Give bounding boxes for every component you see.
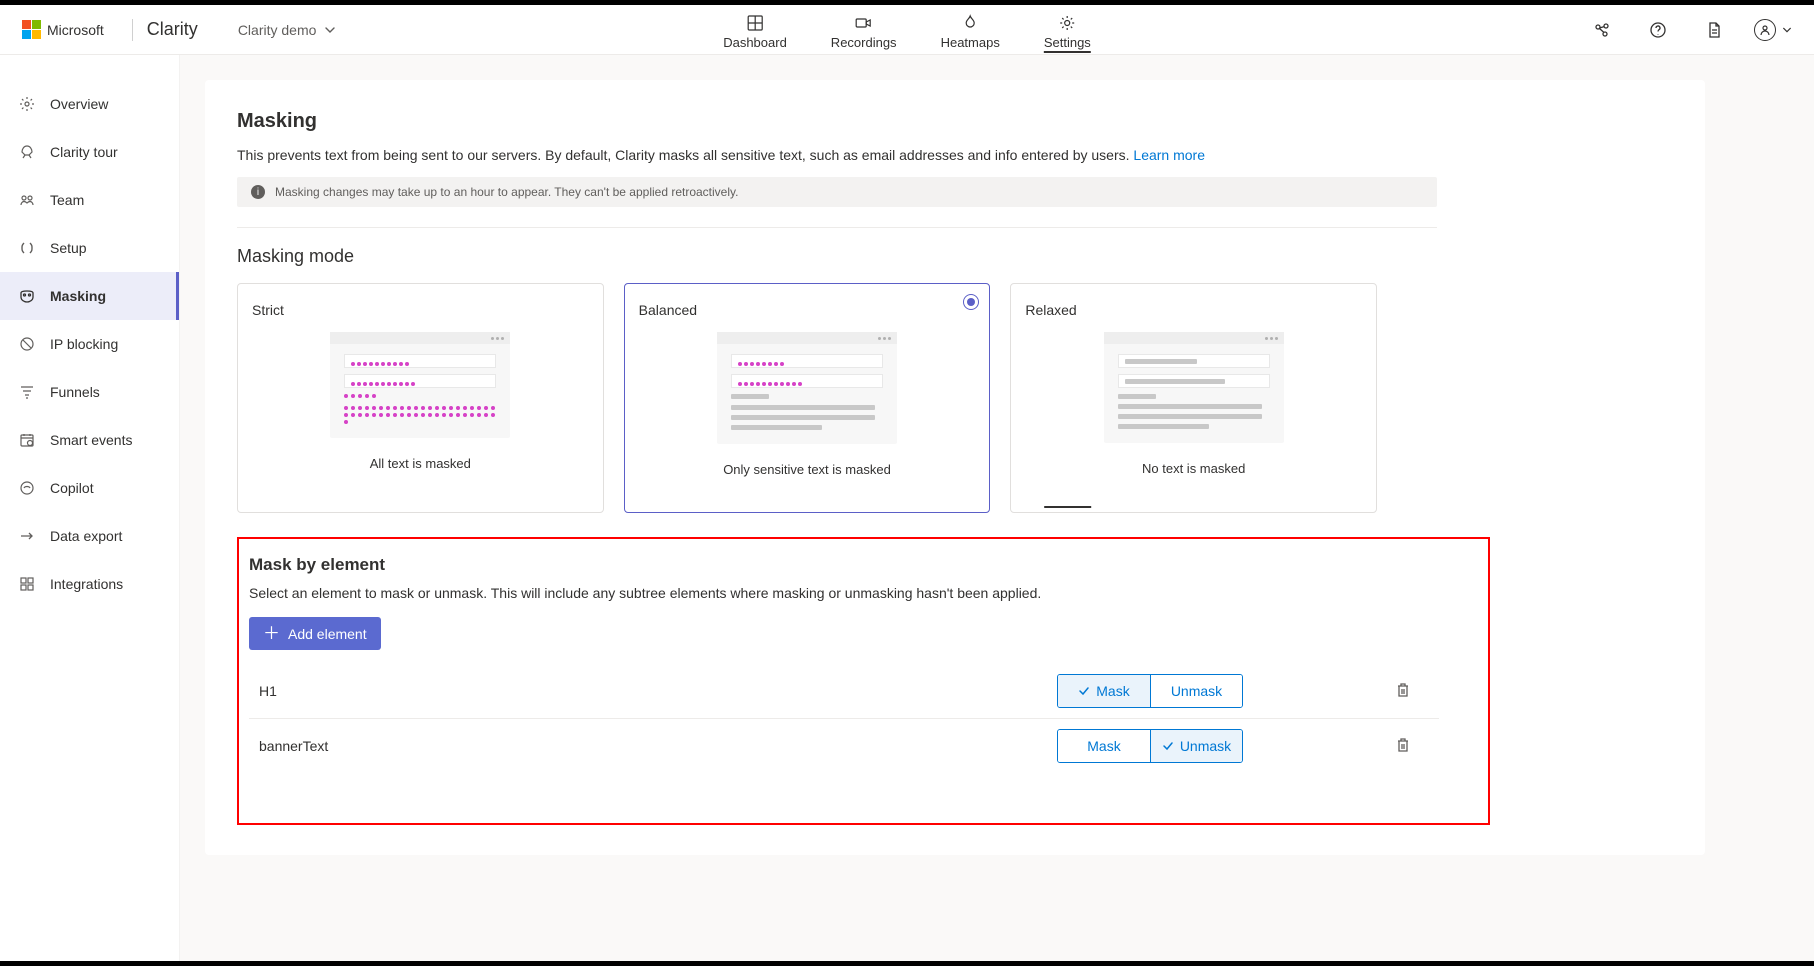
mode-title: Relaxed	[1025, 302, 1076, 318]
mask-by-element-title: Mask by element	[249, 555, 1478, 575]
sidebar-item-label: Data export	[50, 528, 122, 544]
account-menu[interactable]	[1754, 19, 1792, 41]
chevron-down-icon	[1782, 25, 1792, 35]
mode-preview	[1104, 332, 1284, 443]
mask-button[interactable]: Mask	[1058, 675, 1150, 707]
calendar-icon	[18, 432, 36, 448]
grid-icon	[18, 576, 36, 592]
trash-icon	[1395, 737, 1411, 753]
chevron-down-icon	[324, 24, 336, 36]
settings-icon	[1058, 14, 1076, 32]
microsoft-label: Microsoft	[47, 22, 104, 38]
sidebar: Overview Clarity tour Team Setup Masking…	[0, 55, 180, 961]
header: Microsoft Clarity Clarity demo Dashboard…	[0, 5, 1814, 55]
mode-card-strict[interactable]: Strict	[237, 283, 604, 513]
check-icon	[1162, 740, 1174, 752]
sidebar-item-masking[interactable]: Masking	[0, 272, 179, 320]
mask-button[interactable]: Mask	[1058, 730, 1150, 762]
block-icon	[18, 336, 36, 352]
add-element-button[interactable]: ＋ Add element	[249, 617, 381, 650]
add-element-label: Add element	[288, 626, 367, 642]
sidebar-item-label: Setup	[50, 240, 87, 256]
mode-description: Only sensitive text is masked	[723, 462, 891, 477]
info-notice-text: Masking changes may take up to an hour t…	[275, 185, 738, 199]
info-icon: i	[251, 185, 265, 199]
dashboard-icon	[746, 14, 764, 32]
sidebar-item-label: Clarity tour	[50, 144, 118, 160]
delete-button[interactable]	[1395, 737, 1413, 755]
header-divider	[132, 19, 133, 41]
microsoft-logo: Microsoft	[22, 20, 104, 39]
mode-preview	[330, 332, 510, 438]
unmask-button[interactable]: Unmask	[1150, 730, 1242, 762]
mode-description: No text is masked	[1142, 461, 1245, 476]
element-selector: H1	[253, 683, 903, 699]
nav-recordings-label: Recordings	[831, 35, 897, 50]
sidebar-item-integrations[interactable]: Integrations	[0, 560, 179, 608]
sidebar-item-team[interactable]: Team	[0, 176, 179, 224]
sidebar-item-label: Integrations	[50, 576, 123, 592]
mode-card-balanced[interactable]: Balanced Only s	[624, 283, 991, 513]
sidebar-item-label: Copilot	[50, 480, 94, 496]
export-icon	[18, 528, 36, 544]
sidebar-item-ip-blocking[interactable]: IP blocking	[0, 320, 179, 368]
document-button[interactable]	[1698, 14, 1730, 46]
sidebar-item-label: Team	[50, 192, 84, 208]
sidebar-item-label: IP blocking	[50, 336, 118, 352]
delete-button[interactable]	[1395, 682, 1413, 700]
element-selector: bannerText	[253, 738, 903, 754]
microsoft-logo-icon	[22, 20, 41, 39]
share-button[interactable]	[1586, 14, 1618, 46]
rocket-icon	[18, 144, 36, 160]
nav-heatmaps-label: Heatmaps	[941, 35, 1000, 50]
check-icon	[1078, 685, 1090, 697]
funnel-icon	[18, 384, 36, 400]
sidebar-item-copilot[interactable]: Copilot	[0, 464, 179, 512]
gear-icon	[18, 96, 36, 112]
product-name: Clarity	[147, 19, 198, 40]
sidebar-item-setup[interactable]: Setup	[0, 224, 179, 272]
sidebar-item-label: Smart events	[50, 432, 132, 448]
heatmaps-icon	[961, 14, 979, 32]
plus-icon: ＋	[263, 625, 280, 642]
copilot-icon	[18, 480, 36, 496]
radio-selected-icon	[963, 294, 979, 310]
mask-toggle-group: Mask Unmask	[1057, 729, 1243, 763]
nav-settings-label: Settings	[1044, 35, 1091, 50]
sidebar-item-label: Overview	[50, 96, 108, 112]
mask-by-element-description: Select an element to mask or unmask. Thi…	[249, 585, 1478, 601]
sidebar-item-data-export[interactable]: Data export	[0, 512, 179, 560]
header-right	[1586, 14, 1792, 46]
sidebar-item-smart-events[interactable]: Smart events	[0, 416, 179, 464]
mode-preview	[717, 332, 897, 444]
avatar-icon	[1754, 19, 1776, 41]
element-row: H1 Mask Unmask	[249, 664, 1439, 719]
mode-title: Strict	[252, 302, 284, 318]
masking-modes: Strict	[237, 283, 1377, 513]
learn-more-link[interactable]: Learn more	[1133, 147, 1205, 163]
mask-icon	[18, 288, 36, 304]
help-button[interactable]	[1642, 14, 1674, 46]
element-row: bannerText Mask Unmask	[249, 719, 1439, 773]
sidebar-item-clarity-tour[interactable]: Clarity tour	[0, 128, 179, 176]
mode-title: Balanced	[639, 302, 697, 318]
recordings-icon	[855, 14, 873, 32]
mask-by-element-section: Mask by element Select an element to mas…	[237, 537, 1490, 825]
sidebar-item-label: Masking	[50, 288, 106, 304]
mode-description: All text is masked	[370, 456, 471, 471]
mask-toggle-group: Mask Unmask	[1057, 674, 1243, 708]
sidebar-item-funnels[interactable]: Funnels	[0, 368, 179, 416]
project-dropdown[interactable]: Clarity demo	[238, 22, 337, 38]
sidebar-item-overview[interactable]: Overview	[0, 80, 179, 128]
unmask-button[interactable]: Unmask	[1150, 675, 1242, 707]
team-icon	[18, 192, 36, 208]
trash-icon	[1395, 682, 1411, 698]
sidebar-item-label: Funnels	[50, 384, 100, 400]
code-icon	[18, 240, 36, 256]
project-name: Clarity demo	[238, 22, 317, 38]
mode-card-relaxed[interactable]: Relaxed No text	[1010, 283, 1377, 513]
nav-dashboard-label: Dashboard	[723, 35, 787, 50]
